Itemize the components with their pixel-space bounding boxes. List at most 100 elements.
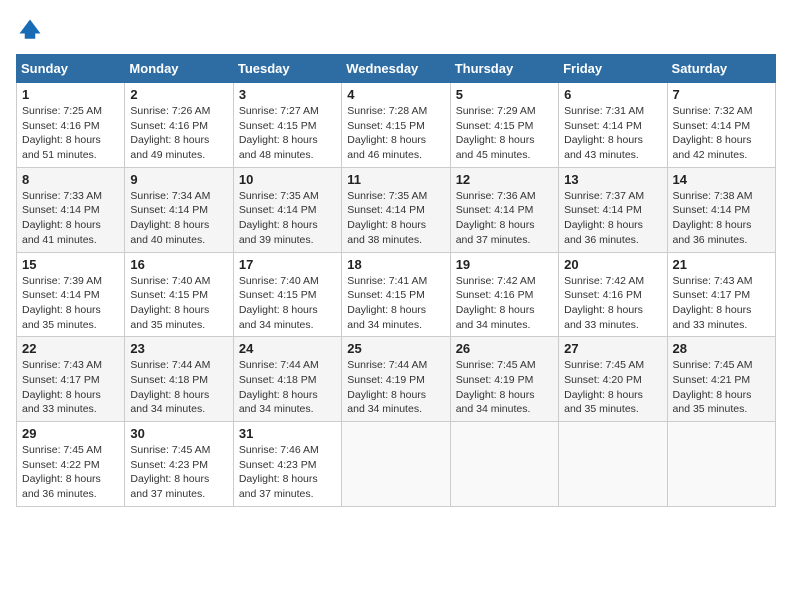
week-row-4: 22 Sunrise: 7:43 AMSunset: 4:17 PMDayligh…	[17, 337, 776, 422]
day-info: Sunrise: 7:36 AMSunset: 4:14 PMDaylight:…	[456, 189, 553, 248]
day-number: 27	[564, 341, 661, 356]
calendar-cell: 21 Sunrise: 7:43 AMSunset: 4:17 PMDayligh…	[667, 252, 775, 337]
calendar-cell: 10 Sunrise: 7:35 AMSunset: 4:14 PMDayligh…	[233, 167, 341, 252]
day-number: 3	[239, 87, 336, 102]
day-info: Sunrise: 7:27 AMSunset: 4:15 PMDaylight:…	[239, 104, 336, 163]
day-number: 10	[239, 172, 336, 187]
calendar-cell: 14 Sunrise: 7:38 AMSunset: 4:14 PMDayligh…	[667, 167, 775, 252]
calendar-cell: 24Sunrise: 7:44 AMSunset: 4:18 PMDayligh…	[233, 337, 341, 422]
calendar-cell: 6 Sunrise: 7:31 AMSunset: 4:14 PMDaylight…	[559, 83, 667, 168]
day-info: Sunrise: 7:45 AMSunset: 4:22 PMDaylight:…	[22, 443, 119, 502]
calendar-cell: 30Sunrise: 7:45 AMSunset: 4:23 PMDayligh…	[125, 422, 233, 507]
calendar-table: SundayMondayTuesdayWednesdayThursdayFrid…	[16, 54, 776, 507]
day-number: 20	[564, 257, 661, 272]
calendar-cell: 20 Sunrise: 7:42 AMSunset: 4:16 PMDayligh…	[559, 252, 667, 337]
day-number: 19	[456, 257, 553, 272]
day-number: 2	[130, 87, 227, 102]
col-header-saturday: Saturday	[667, 55, 775, 83]
day-number: 7	[673, 87, 770, 102]
day-info: Sunrise: 7:44 AMSunset: 4:18 PMDaylight:…	[130, 358, 227, 417]
calendar-cell: 18Sunrise: 7:41 AMSunset: 4:15 PMDayligh…	[342, 252, 450, 337]
day-info: Sunrise: 7:37 AMSunset: 4:14 PMDaylight:…	[564, 189, 661, 248]
day-info: Sunrise: 7:29 AMSunset: 4:15 PMDaylight:…	[456, 104, 553, 163]
day-number: 13	[564, 172, 661, 187]
day-info: Sunrise: 7:42 AMSunset: 4:16 PMDaylight:…	[564, 274, 661, 333]
calendar-cell: 29 Sunrise: 7:45 AMSunset: 4:22 PMDayligh…	[17, 422, 125, 507]
col-header-wednesday: Wednesday	[342, 55, 450, 83]
calendar-cell	[559, 422, 667, 507]
col-header-monday: Monday	[125, 55, 233, 83]
day-info: Sunrise: 7:38 AMSunset: 4:14 PMDaylight:…	[673, 189, 770, 248]
day-info: Sunrise: 7:44 AMSunset: 4:18 PMDaylight:…	[239, 358, 336, 417]
calendar-cell	[342, 422, 450, 507]
day-number: 26	[456, 341, 553, 356]
day-info: Sunrise: 7:42 AMSunset: 4:16 PMDaylight:…	[456, 274, 553, 333]
day-info: Sunrise: 7:25 AMSunset: 4:16 PMDaylight:…	[22, 104, 119, 163]
calendar-cell: 1Sunrise: 7:25 AMSunset: 4:16 PMDaylight…	[17, 83, 125, 168]
day-number: 23	[130, 341, 227, 356]
day-info: Sunrise: 7:45 AMSunset: 4:23 PMDaylight:…	[130, 443, 227, 502]
calendar-cell: 9 Sunrise: 7:34 AMSunset: 4:14 PMDaylight…	[125, 167, 233, 252]
week-row-3: 15Sunrise: 7:39 AMSunset: 4:14 PMDayligh…	[17, 252, 776, 337]
day-info: Sunrise: 7:40 AMSunset: 4:15 PMDaylight:…	[239, 274, 336, 333]
calendar-cell: 27Sunrise: 7:45 AMSunset: 4:20 PMDayligh…	[559, 337, 667, 422]
week-row-2: 8Sunrise: 7:33 AMSunset: 4:14 PMDaylight…	[17, 167, 776, 252]
day-number: 17	[239, 257, 336, 272]
day-info: Sunrise: 7:31 AMSunset: 4:14 PMDaylight:…	[564, 104, 661, 163]
day-number: 29	[22, 426, 119, 441]
calendar-cell: 8Sunrise: 7:33 AMSunset: 4:14 PMDaylight…	[17, 167, 125, 252]
calendar-cell: 26 Sunrise: 7:45 AMSunset: 4:19 PMDayligh…	[450, 337, 558, 422]
col-header-sunday: Sunday	[17, 55, 125, 83]
day-info: Sunrise: 7:26 AMSunset: 4:16 PMDaylight:…	[130, 104, 227, 163]
col-header-tuesday: Tuesday	[233, 55, 341, 83]
day-info: Sunrise: 7:44 AMSunset: 4:19 PMDaylight:…	[347, 358, 444, 417]
day-number: 12	[456, 172, 553, 187]
week-row-5: 29 Sunrise: 7:45 AMSunset: 4:22 PMDayligh…	[17, 422, 776, 507]
calendar-cell: 28 Sunrise: 7:45 AMSunset: 4:21 PMDayligh…	[667, 337, 775, 422]
day-info: Sunrise: 7:28 AMSunset: 4:15 PMDaylight:…	[347, 104, 444, 163]
calendar-cell: 23 Sunrise: 7:44 AMSunset: 4:18 PMDayligh…	[125, 337, 233, 422]
day-number: 5	[456, 87, 553, 102]
calendar-cell	[450, 422, 558, 507]
day-info: Sunrise: 7:35 AMSunset: 4:14 PMDaylight:…	[239, 189, 336, 248]
day-info: Sunrise: 7:43 AMSunset: 4:17 PMDaylight:…	[673, 274, 770, 333]
day-number: 18	[347, 257, 444, 272]
calendar-cell: 19 Sunrise: 7:42 AMSunset: 4:16 PMDayligh…	[450, 252, 558, 337]
week-row-1: 1Sunrise: 7:25 AMSunset: 4:16 PMDaylight…	[17, 83, 776, 168]
day-number: 4	[347, 87, 444, 102]
day-info: Sunrise: 7:32 AMSunset: 4:14 PMDaylight:…	[673, 104, 770, 163]
day-info: Sunrise: 7:33 AMSunset: 4:14 PMDaylight:…	[22, 189, 119, 248]
calendar-cell: 3 Sunrise: 7:27 AMSunset: 4:15 PMDaylight…	[233, 83, 341, 168]
calendar-cell: 22 Sunrise: 7:43 AMSunset: 4:17 PMDayligh…	[17, 337, 125, 422]
calendar-cell: 2 Sunrise: 7:26 AMSunset: 4:16 PMDaylight…	[125, 83, 233, 168]
header-row: SundayMondayTuesdayWednesdayThursdayFrid…	[17, 55, 776, 83]
day-number: 21	[673, 257, 770, 272]
calendar-cell: 25Sunrise: 7:44 AMSunset: 4:19 PMDayligh…	[342, 337, 450, 422]
calendar-cell: 12 Sunrise: 7:36 AMSunset: 4:14 PMDayligh…	[450, 167, 558, 252]
calendar-cell: 16 Sunrise: 7:40 AMSunset: 4:15 PMDayligh…	[125, 252, 233, 337]
calendar-cell: 5 Sunrise: 7:29 AMSunset: 4:15 PMDaylight…	[450, 83, 558, 168]
logo	[16, 16, 48, 44]
day-info: Sunrise: 7:35 AMSunset: 4:14 PMDaylight:…	[347, 189, 444, 248]
col-header-thursday: Thursday	[450, 55, 558, 83]
day-number: 6	[564, 87, 661, 102]
day-info: Sunrise: 7:39 AMSunset: 4:14 PMDaylight:…	[22, 274, 119, 333]
calendar-cell: 7 Sunrise: 7:32 AMSunset: 4:14 PMDaylight…	[667, 83, 775, 168]
col-header-friday: Friday	[559, 55, 667, 83]
day-number: 14	[673, 172, 770, 187]
day-number: 31	[239, 426, 336, 441]
day-info: Sunrise: 7:40 AMSunset: 4:15 PMDaylight:…	[130, 274, 227, 333]
calendar-cell: 17 Sunrise: 7:40 AMSunset: 4:15 PMDayligh…	[233, 252, 341, 337]
calendar-cell: 31Sunrise: 7:46 AMSunset: 4:23 PMDayligh…	[233, 422, 341, 507]
page-header	[16, 16, 776, 44]
calendar-cell: 15Sunrise: 7:39 AMSunset: 4:14 PMDayligh…	[17, 252, 125, 337]
day-number: 22	[22, 341, 119, 356]
day-number: 9	[130, 172, 227, 187]
day-info: Sunrise: 7:34 AMSunset: 4:14 PMDaylight:…	[130, 189, 227, 248]
day-info: Sunrise: 7:45 AMSunset: 4:19 PMDaylight:…	[456, 358, 553, 417]
day-number: 16	[130, 257, 227, 272]
day-number: 28	[673, 341, 770, 356]
calendar-cell: 13 Sunrise: 7:37 AMSunset: 4:14 PMDayligh…	[559, 167, 667, 252]
day-info: Sunrise: 7:45 AMSunset: 4:21 PMDaylight:…	[673, 358, 770, 417]
day-info: Sunrise: 7:43 AMSunset: 4:17 PMDaylight:…	[22, 358, 119, 417]
